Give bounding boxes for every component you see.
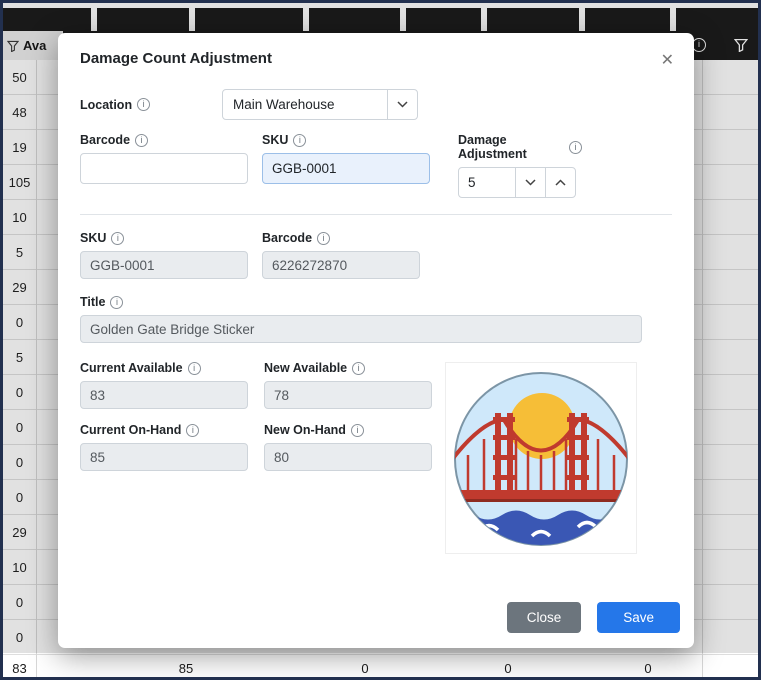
location-select-value: Main Warehouse: [233, 97, 335, 112]
product-image-golden-gate-bridge-sticker: [446, 363, 636, 553]
new-on-hand-label: New On-Hand i: [264, 423, 432, 437]
info-icon: i: [569, 140, 582, 154]
damage-adjustment-label: Damage Adjustment i: [458, 133, 582, 161]
damage-adjustment-input[interactable]: [458, 167, 516, 198]
info-icon: i: [137, 98, 151, 111]
sku-input[interactable]: [262, 153, 430, 184]
sku-readonly-label: SKU i: [80, 231, 248, 245]
chevron-down-icon[interactable]: [515, 167, 546, 198]
table-cell: 83: [12, 661, 27, 676]
close-button[interactable]: Close: [506, 602, 582, 633]
barcode-label: Barcode i: [80, 133, 248, 147]
current-available-label: Current Available i: [80, 361, 248, 375]
info-icon: i: [187, 361, 201, 375]
app-window: Ava i 50 48 19 105 10 5 29 0 5 0 0 0 0 2…: [0, 0, 761, 680]
close-icon[interactable]: ✕: [657, 46, 678, 74]
info-icon: i: [186, 423, 200, 437]
info-icon: i: [317, 231, 331, 245]
grid-vline: [758, 60, 759, 677]
sku-readonly-field: [80, 251, 248, 279]
current-on-hand-label: Current On-Hand i: [80, 423, 248, 437]
info-icon: i: [293, 133, 307, 147]
table-cell: 85: [178, 661, 194, 676]
damage-count-adjustment-modal: Damage Count Adjustment ✕ Location i Mai…: [58, 33, 694, 648]
info-icon: i: [111, 231, 125, 245]
barcode-input[interactable]: [80, 153, 248, 184]
table-cell: 0: [644, 661, 652, 676]
info-icon: i: [352, 361, 366, 375]
modal-title: Damage Count Adjustment: [80, 50, 272, 67]
current-available-field: [80, 381, 248, 409]
title-readonly-field: [80, 315, 642, 343]
save-button[interactable]: Save: [597, 602, 680, 633]
modal-body: Location i Main Warehouse Barcode i SKU …: [58, 71, 694, 553]
location-label: Location i: [80, 98, 222, 112]
location-select[interactable]: Main Warehouse: [222, 89, 418, 120]
title-label: Title i: [80, 295, 642, 309]
table-cell: 0: [504, 661, 512, 676]
current-on-hand-field: [80, 443, 248, 471]
table-cell: 0: [361, 661, 369, 676]
new-on-hand-field: [264, 443, 432, 471]
info-icon: i: [135, 133, 149, 147]
info-icon: i: [110, 295, 124, 309]
new-available-label: New Available i: [264, 361, 432, 375]
chevron-up-icon[interactable]: [545, 167, 576, 198]
chevron-down-icon[interactable]: [387, 90, 417, 119]
sku-label: SKU i: [262, 133, 430, 147]
barcode-readonly-field: [262, 251, 420, 279]
section-divider: [80, 214, 672, 215]
modal-footer: Close Save: [506, 602, 680, 633]
modal-header: Damage Count Adjustment ✕: [58, 33, 694, 71]
new-available-field: [264, 381, 432, 409]
barcode-readonly-label: Barcode i: [262, 231, 420, 245]
info-icon: i: [350, 423, 364, 437]
